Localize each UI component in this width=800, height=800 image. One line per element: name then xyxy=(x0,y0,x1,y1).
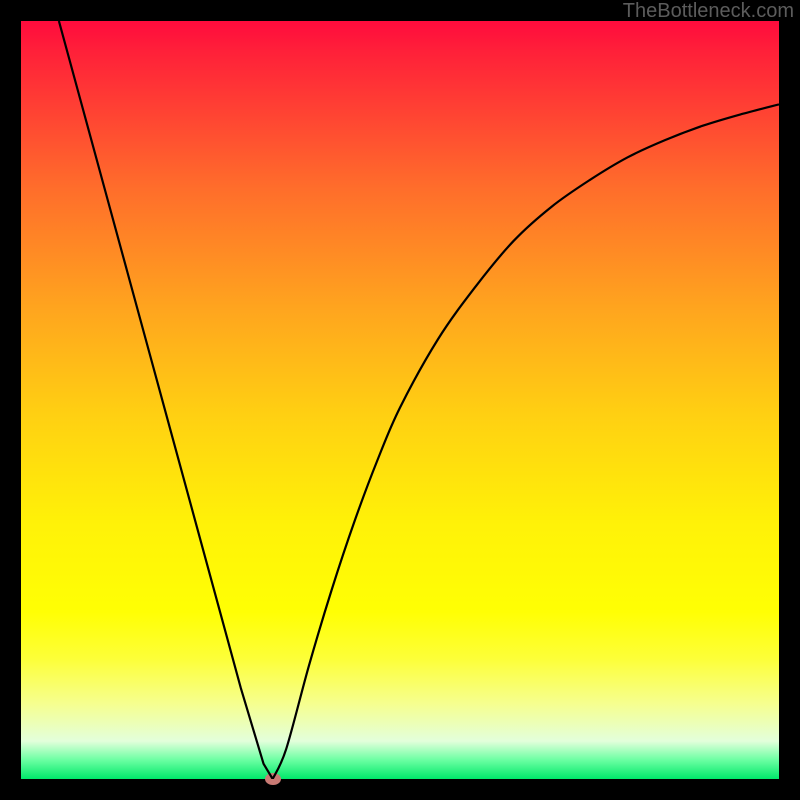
bottleneck-curve xyxy=(21,21,779,779)
attribution-text: TheBottleneck.com xyxy=(623,0,794,23)
chart-frame xyxy=(21,21,779,779)
